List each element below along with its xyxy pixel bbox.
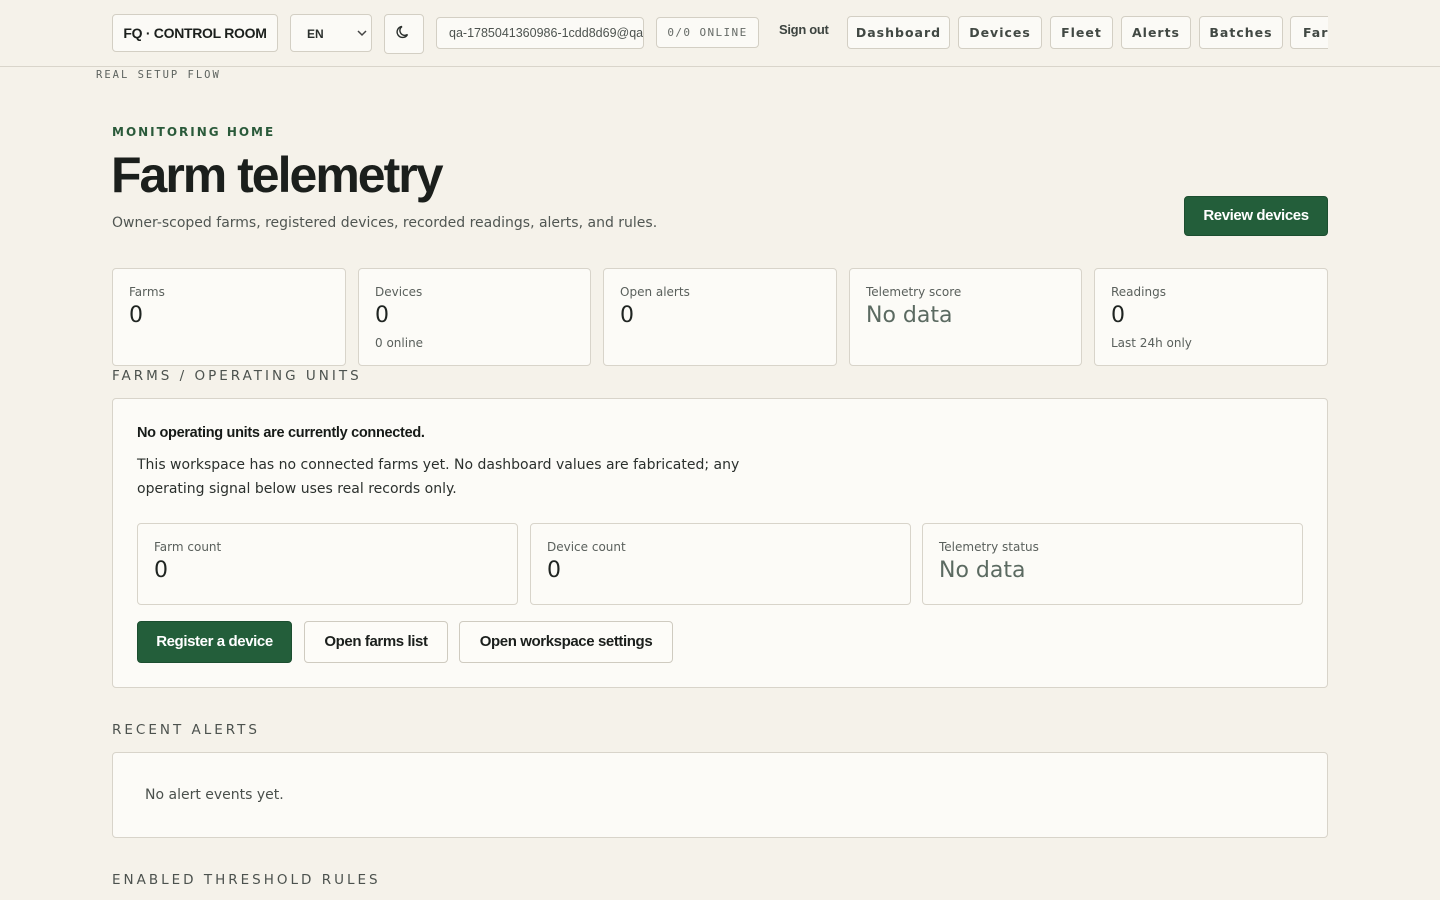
page-subtitle: Owner-scoped farms, registered devices, … [112,215,658,231]
operating-units-panel: No operating units are currently connect… [112,398,1328,688]
empty-state-body: This workspace has no connected farms ye… [137,457,740,497]
language-select[interactable]: EN [290,14,372,52]
metric-label: Device count [547,540,626,554]
recent-alerts-panel: No alert events yet. [112,752,1328,838]
stat-label: Open alerts [620,285,690,299]
metric-farm-count: Farm count 0 [137,523,518,605]
nav-farms[interactable]: Farms [1290,16,1328,49]
stat-label: Telemetry score [866,285,962,299]
user-email: qa-1785041360986-1cdd8d69@qa [436,17,644,49]
stat-value: No data [866,303,953,328]
stat-note: 0 online [375,336,424,350]
metric-value: No data [939,558,1026,583]
nav-devices[interactable]: Devices [958,16,1042,49]
stat-value: 0 [1111,303,1125,328]
review-devices-button[interactable]: Review devices [1184,196,1328,236]
nav-fleet[interactable]: Fleet [1050,16,1113,49]
metric-label: Farm count [154,540,222,554]
top-bar: FQ · CONTROL ROOM EN qa-1785041360986-1c… [0,0,1440,67]
stat-note: Last 24h only [1111,336,1192,350]
register-device-button[interactable]: Register a device [137,621,292,663]
page-eyebrow: MONITORING HOME [112,125,276,139]
stat-label: Readings [1111,285,1166,299]
stat-label: Farms [129,285,165,299]
alerts-empty-text: No alert events yet. [145,787,284,803]
setup-flow-label: REAL SETUP FLOW [96,69,221,81]
page-title: Farm telemetry [111,147,443,203]
language-value: EN [307,27,324,41]
metric-value: 0 [547,558,561,583]
online-status-badge: 0/0 ONLINE [656,17,759,48]
brand-logo[interactable]: FQ · CONTROL ROOM [112,14,278,52]
nav-batches[interactable]: Batches [1199,16,1283,49]
stat-value: 0 [620,303,634,328]
sign-out-link[interactable]: Sign out [779,22,829,37]
stat-card-devices: Devices 0 0 online [358,268,591,366]
empty-state-title: No operating units are currently connect… [137,425,425,441]
stat-value: 0 [129,303,143,328]
stat-card-farms: Farms 0 [112,268,346,366]
nav-farms-clip: Farms [1290,16,1328,49]
section-heading-units: FARMS / OPERATING UNITS [112,368,362,384]
chevron-down-icon [357,15,367,70]
nav-alerts[interactable]: Alerts [1121,16,1191,49]
section-heading-threshold-rules: ENABLED THRESHOLD RULES [112,872,381,888]
metric-telemetry-status: Telemetry status No data [922,523,1303,605]
open-farms-list-button[interactable]: Open farms list [304,621,448,663]
metric-label: Telemetry status [939,540,1039,554]
stat-label: Devices [375,285,423,299]
metric-device-count: Device count 0 [530,523,911,605]
open-workspace-settings-button[interactable]: Open workspace settings [459,621,673,663]
stat-card-open-alerts: Open alerts 0 [603,268,837,366]
metric-value: 0 [154,558,168,583]
theme-toggle-button[interactable] [384,14,424,54]
nav-dashboard[interactable]: Dashboard [847,16,950,49]
stat-card-telemetry-score: Telemetry score No data [849,268,1082,366]
stat-card-readings: Readings 0 Last 24h only [1094,268,1328,366]
moon-icon [396,24,412,44]
stat-value: 0 [375,303,389,328]
section-heading-alerts: RECENT ALERTS [112,722,261,738]
